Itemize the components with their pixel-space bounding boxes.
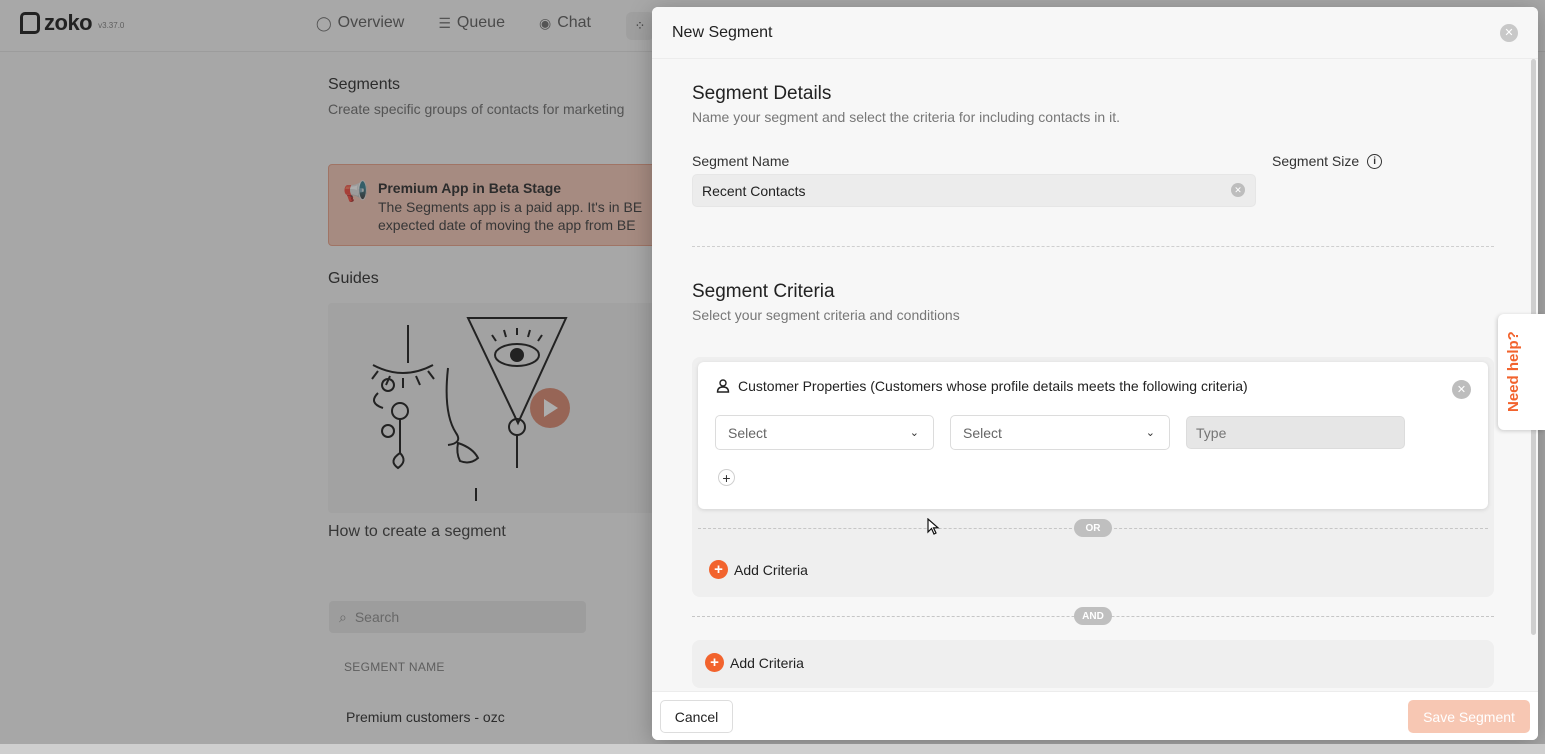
add-condition-icon[interactable]: + [718,469,735,486]
chevron-down-icon: ⌄ [909,427,919,439]
remove-criteria-icon[interactable]: ✕ [1452,380,1471,399]
criteria-group-2 [692,640,1494,688]
segment-details-subtitle: Name your segment and select the criteri… [692,109,1120,125]
info-icon[interactable]: i [1367,153,1383,169]
need-help-tab[interactable]: Need help? [1498,314,1545,430]
and-badge: AND [1074,607,1112,625]
modal-footer: Cancel Save Segment [652,691,1538,740]
clear-input-icon[interactable]: ✕ [1231,183,1245,197]
close-icon[interactable]: ✕ [1500,24,1518,42]
or-badge: OR [1074,519,1112,537]
modal-header: New Segment ✕ [652,7,1538,59]
add-criteria-or-button[interactable]: + Add Criteria [709,560,808,579]
plus-icon: + [709,560,728,579]
segment-criteria-subtitle: Select your segment criteria and conditi… [692,307,960,323]
add-criteria-label: Add Criteria [730,654,804,671]
modal-title: New Segment [672,24,773,41]
property-select[interactable]: Select ⌄ [715,415,934,450]
value-input[interactable] [1186,416,1405,449]
chevron-down-icon: ⌄ [1145,427,1155,439]
condition-select-placeholder: Select [963,424,1002,441]
segment-criteria-title: Segment Criteria [692,281,835,302]
segment-name-input[interactable] [692,174,1256,207]
condition-select[interactable]: Select ⌄ [950,415,1170,450]
segment-size-label: Segment Size i [1272,153,1383,169]
add-criteria-and-button[interactable]: + Add Criteria [705,653,804,672]
segment-size-text: Segment Size [1272,153,1360,169]
segment-details-title: Segment Details [692,83,832,104]
mouse-cursor-icon [927,518,940,535]
add-criteria-label: Add Criteria [734,561,808,578]
section-divider [692,246,1494,247]
bottom-strip [0,744,1545,754]
save-segment-button[interactable]: Save Segment [1408,700,1530,733]
segment-name-label: Segment Name [692,153,790,169]
need-help-label: Need help? [1505,331,1522,412]
cancel-button[interactable]: Cancel [660,700,733,733]
new-segment-modal: New Segment ✕ Segment Details Name your … [652,7,1538,740]
property-select-placeholder: Select [728,424,767,441]
plus-icon: + [705,653,724,672]
person-icon [716,379,730,393]
criteria-heading-text: Customer Properties (Customers whose pro… [738,378,1248,394]
criteria-heading: Customer Properties (Customers whose pro… [716,378,1248,394]
